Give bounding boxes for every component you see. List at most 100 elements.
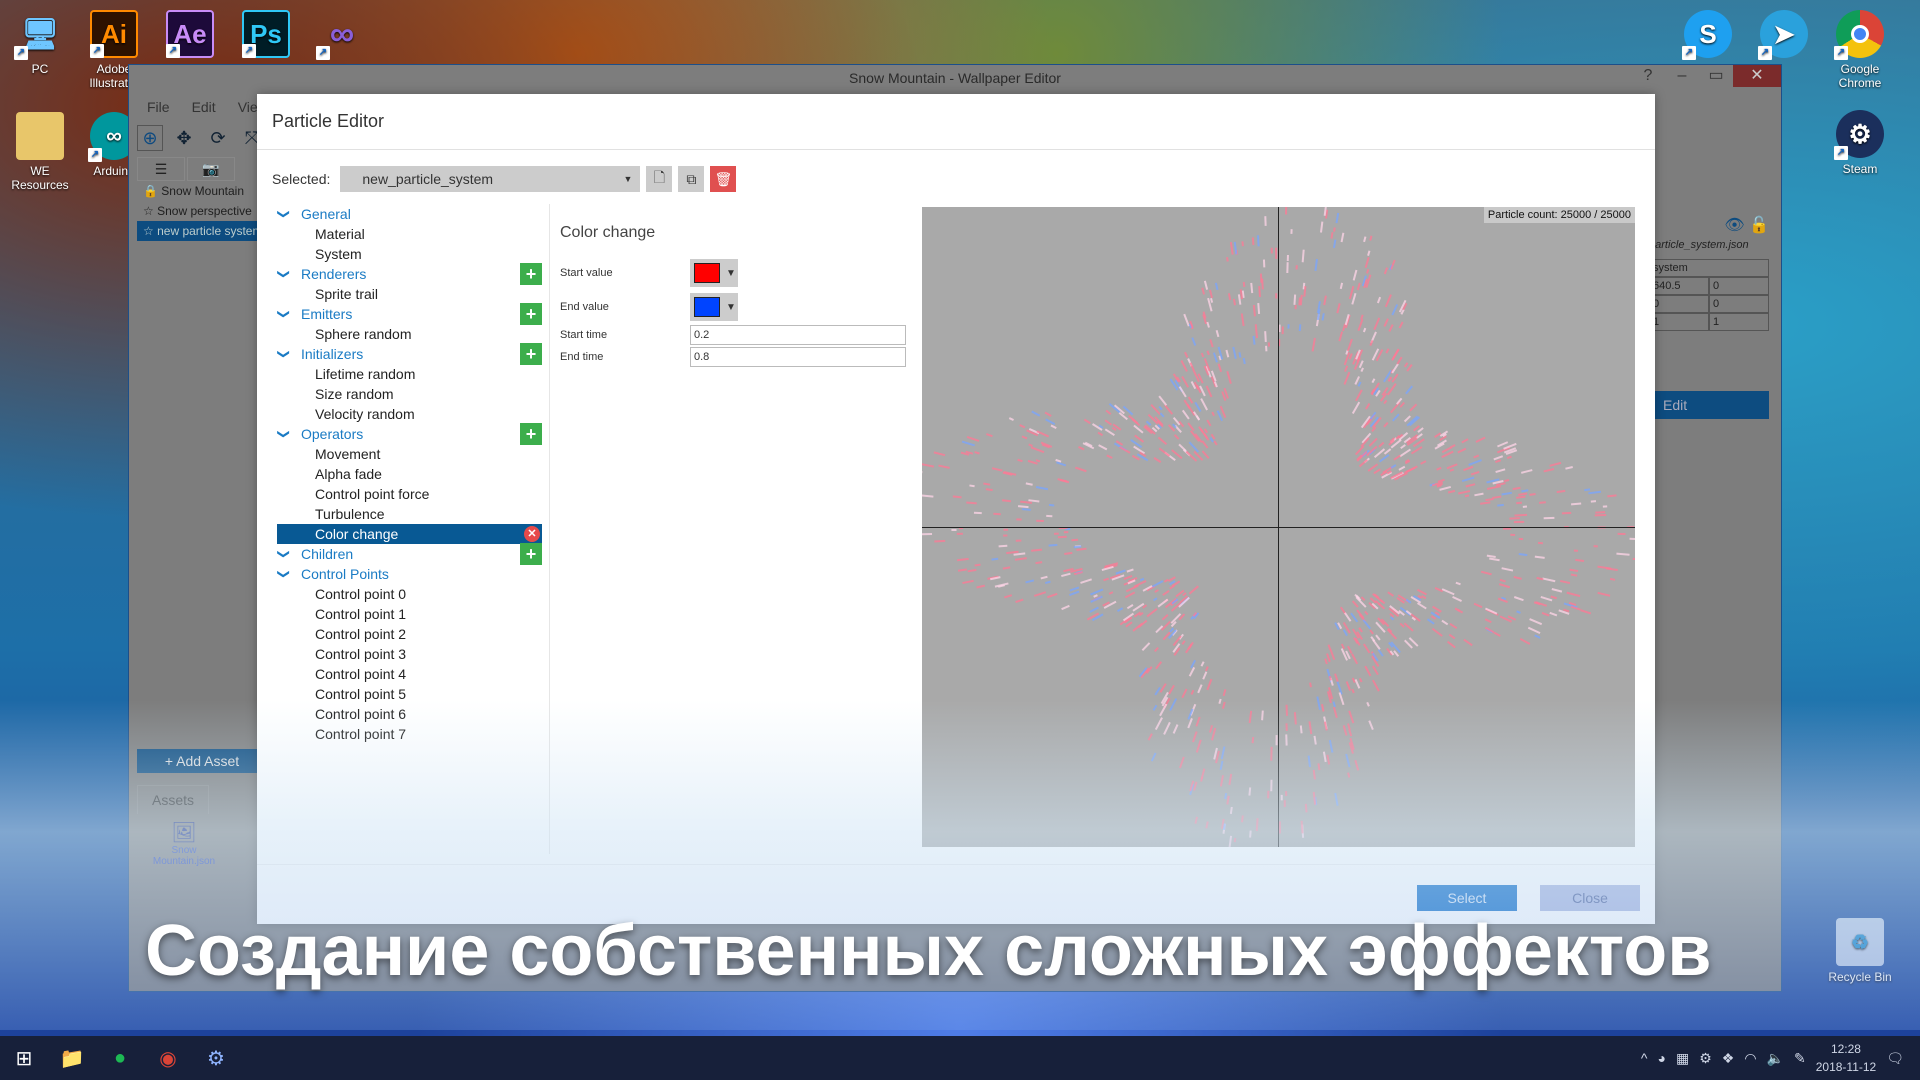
start-time-input[interactable]: [690, 325, 906, 345]
volume-icon[interactable]: 🔈: [1767, 1050, 1784, 1067]
desktop-icon-telegram[interactable]: ➤ ↗: [1744, 10, 1824, 62]
app-icon[interactable]: ▦: [1676, 1050, 1689, 1067]
tree-item[interactable]: Sphere random: [277, 324, 542, 344]
tree-item[interactable]: Lifetime random: [277, 364, 542, 384]
rotate-icon[interactable]: ⟳: [205, 125, 231, 151]
spotify-icon[interactable]: ●: [96, 1036, 144, 1080]
tree-category[interactable]: ❯ Renderers +: [274, 263, 542, 285]
close-button[interactable]: Close: [1540, 885, 1640, 911]
desktop-icon-recycle-bin[interactable]: ♻ Recycle Bin: [1820, 918, 1900, 984]
layer-item-selected[interactable]: ☆ new particle system: [137, 221, 257, 241]
tree-item-selected[interactable]: Color change ✕: [277, 524, 542, 544]
desktop-icon-photoshop[interactable]: Ps ↗: [226, 10, 306, 62]
tab-assets[interactable]: Assets: [137, 785, 210, 814]
camera-icon[interactable]: 📷: [187, 157, 235, 181]
add-component-button[interactable]: +: [520, 343, 542, 365]
tree-category[interactable]: ❯ Children +: [274, 543, 542, 565]
tree-item[interactable]: Velocity random: [277, 404, 542, 424]
tree-item[interactable]: Control point 4: [277, 664, 542, 684]
delete-button[interactable]: 🗑: [710, 166, 737, 192]
maximize-button[interactable]: ▭: [1699, 65, 1733, 87]
desktop-icon-steam[interactable]: ⚙ ↗ Steam: [1820, 110, 1900, 176]
tree-item[interactable]: Control point 2: [277, 624, 542, 644]
wallpaper-engine-icon[interactable]: ⚙: [1699, 1050, 1712, 1067]
chevron-down-icon[interactable]: ❯: [274, 429, 294, 439]
particle: [1465, 483, 1476, 488]
eye-icon[interactable]: 👁: [1724, 217, 1744, 234]
layer-item[interactable]: 🔒 Snow Mountain: [137, 181, 257, 201]
desktop-icon-after-effects[interactable]: Ae ↗: [150, 10, 230, 62]
chevron-down-icon[interactable]: ❯: [274, 549, 294, 559]
close-window-button[interactable]: ✕: [1733, 65, 1781, 87]
select-button[interactable]: Select: [1417, 885, 1517, 911]
minimize-button[interactable]: –: [1665, 65, 1699, 87]
notifications-icon[interactable]: 🗨: [1886, 1050, 1904, 1067]
desktop-icon-chrome[interactable]: ↗ Google Chrome: [1820, 10, 1900, 90]
tree-category[interactable]: ❯ Operators +: [274, 423, 542, 445]
desktop-icon-skype[interactable]: S ↗: [1668, 10, 1748, 62]
tree-item[interactable]: Control point 3: [277, 644, 542, 664]
menu-edit[interactable]: Edit: [192, 99, 216, 115]
chevron-down-icon[interactable]: ❯: [274, 309, 294, 319]
list-icon[interactable]: ☰: [137, 157, 185, 181]
tree-item[interactable]: Size random: [277, 384, 542, 404]
particle: [1309, 682, 1312, 688]
tree-item[interactable]: Control point 6: [277, 704, 542, 724]
remove-component-button[interactable]: ✕: [524, 526, 540, 542]
tree-item[interactable]: Alpha fade: [277, 464, 542, 484]
menu-file[interactable]: File: [147, 99, 170, 115]
end-value-color-picker[interactable]: ▼: [690, 293, 738, 321]
desktop-icon-pc[interactable]: 🖥 ↗ PC: [0, 10, 80, 76]
file-explorer-icon[interactable]: 📁: [48, 1036, 96, 1080]
add-component-button[interactable]: +: [520, 423, 542, 445]
name-field[interactable]: system: [1649, 259, 1769, 277]
tree-item[interactable]: Control point 1: [277, 604, 542, 624]
end-time-input[interactable]: [690, 347, 906, 367]
edit-button[interactable]: Edit: [1649, 391, 1769, 419]
chevron-down-icon[interactable]: ❯: [274, 569, 294, 579]
tree-item[interactable]: Movement: [277, 444, 542, 464]
new-file-button[interactable]: 🗋: [646, 166, 673, 192]
clock[interactable]: 12:28 2018-11-12: [1816, 1040, 1877, 1076]
tree-category[interactable]: ❯ Emitters +: [274, 303, 542, 325]
help-button[interactable]: ?: [1631, 65, 1665, 87]
tree-category[interactable]: ❯ Initializers +: [274, 343, 542, 365]
chevron-down-icon[interactable]: ❯: [274, 209, 294, 219]
start-value-color-picker[interactable]: ▼: [690, 259, 738, 287]
add-component-button[interactable]: +: [520, 263, 542, 285]
tree-category[interactable]: ❯ Control Points: [277, 564, 542, 584]
tree-item[interactable]: Material: [277, 224, 542, 244]
chevron-down-icon[interactable]: ❯: [274, 349, 294, 359]
chrome-icon[interactable]: ◉: [144, 1036, 192, 1080]
windows-start-icon[interactable]: ⊞: [0, 1036, 48, 1080]
tree-category[interactable]: ❯ General: [277, 204, 542, 224]
asset-item[interactable]: 🖼 Snow Mountain.json: [149, 820, 219, 867]
tree-item[interactable]: Control point 7: [277, 724, 542, 744]
copy-button[interactable]: ⧉: [678, 166, 705, 192]
steam-icon[interactable]: ◕: [1658, 1050, 1666, 1066]
desktop-icon-we-resources[interactable]: WE Resources: [0, 112, 80, 192]
unlock-icon[interactable]: 🔓: [1749, 217, 1769, 234]
tree-item[interactable]: Control point force: [277, 484, 542, 504]
add-component-button[interactable]: +: [520, 303, 542, 325]
tree-item[interactable]: Sprite trail: [277, 284, 542, 304]
pen-icon[interactable]: ✎: [1794, 1050, 1806, 1067]
add-asset-button[interactable]: + Add Asset: [137, 749, 267, 773]
layer-item[interactable]: ☆ Snow perspective: [137, 201, 257, 221]
desktop-icon-visual-studio[interactable]: ∞ ↗: [302, 10, 382, 62]
particle: [1344, 365, 1349, 372]
add-component-button[interactable]: +: [520, 543, 542, 565]
tree-item[interactable]: Control point 5: [277, 684, 542, 704]
chevron-down-icon[interactable]: ❯: [274, 269, 294, 279]
wifi-icon[interactable]: ◠: [1744, 1050, 1756, 1067]
move-gizmo-icon[interactable]: ⊕: [137, 125, 163, 151]
particle-preview[interactable]: Particle count: 25000 / 25000: [922, 207, 1635, 847]
move-icon[interactable]: ✥: [171, 125, 197, 151]
particle-system-select[interactable]: new_particle_system ▼: [340, 166, 641, 192]
tree-item[interactable]: System: [277, 244, 542, 264]
tree-item[interactable]: Turbulence: [277, 504, 542, 524]
chevron-up-icon[interactable]: ^: [1641, 1050, 1648, 1066]
tree-item[interactable]: Control point 0: [277, 584, 542, 604]
wallpaper-engine-icon[interactable]: ⚙: [192, 1036, 240, 1080]
dropbox-icon[interactable]: ❖: [1722, 1050, 1735, 1067]
